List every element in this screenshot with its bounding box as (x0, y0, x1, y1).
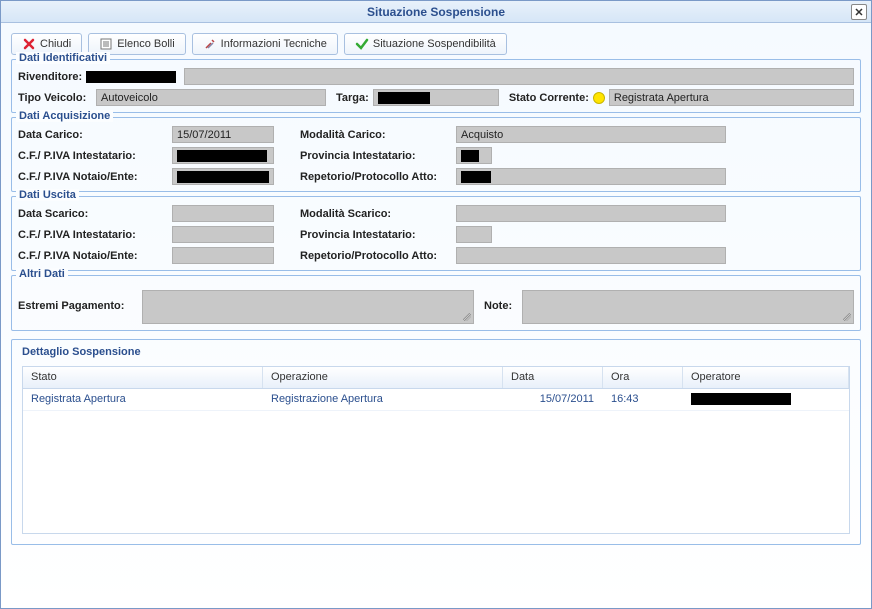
situazione-sosp-label: Situazione Sospendibilità (373, 38, 496, 50)
situazione-sosp-button[interactable]: Situazione Sospendibilità (344, 33, 507, 55)
targa-field (373, 89, 499, 106)
check-green-icon (355, 37, 369, 51)
data-carico-label: Data Carico: (18, 129, 168, 141)
data-carico-field: 15/07/2011 (172, 126, 274, 143)
col-ora[interactable]: Ora (603, 367, 683, 388)
grid-header: Stato Operazione Data Ora Operatore (23, 367, 849, 389)
detail-title: Dettaglio Sospensione (22, 346, 850, 358)
legend-identificativi: Dati Identificativi (16, 52, 110, 64)
prov-intestatario-usc-label: Provincia Intestatario: (300, 229, 452, 241)
dialog: Situazione Sospensione ✕ Chiudi Elenco B… (0, 0, 872, 609)
estremi-pagamento-label: Estremi Pagamento: (18, 290, 138, 312)
legend-altri: Altri Dati (16, 268, 68, 280)
cf-intestatario-usc-label: C.F./ P.IVA Intestatario: (18, 229, 168, 241)
cf-intestatario-usc-field (172, 226, 274, 243)
detail-grid[interactable]: Stato Operazione Data Ora Operatore Regi… (22, 366, 850, 534)
rivenditore-value (86, 71, 176, 83)
cell-operatore (683, 389, 849, 410)
tipo-veicolo-field: Autoveicolo (96, 89, 326, 106)
prov-intestatario-acq-field (456, 147, 492, 164)
col-stato[interactable]: Stato (23, 367, 263, 388)
fieldset-uscita: Dati Uscita Data Scarico: Modalità Scari… (11, 196, 861, 271)
estremi-pagamento-field[interactable] (142, 290, 474, 324)
modalita-carico-label: Modalità Carico: (300, 129, 452, 141)
close-icon[interactable]: ✕ (851, 4, 867, 20)
cf-notaio-usc-field (172, 247, 274, 264)
cf-notaio-acq-field (172, 168, 274, 185)
note-field[interactable] (522, 290, 854, 324)
fieldset-identificativi: Dati Identificativi Rivenditore: Tipo Ve… (11, 59, 861, 113)
col-data[interactable]: Data (503, 367, 603, 388)
data-scarico-label: Data Scarico: (18, 208, 168, 220)
cf-notaio-usc-label: C.F./ P.IVA Notaio/Ente: (18, 250, 168, 262)
modalita-scarico-field (456, 205, 726, 222)
repetorio-acq-field (456, 168, 726, 185)
data-scarico-field (172, 205, 274, 222)
tools-icon (203, 37, 217, 51)
cell-ora: 16:43 (603, 389, 683, 410)
cf-intestatario-acq-field (172, 147, 274, 164)
toolbar: Chiudi Elenco Bolli Informazioni Tecnich… (11, 33, 861, 55)
rivenditore-label: Rivenditore: (18, 71, 82, 83)
tipo-veicolo-label: Tipo Veicolo: (18, 92, 92, 104)
x-red-icon (22, 37, 36, 51)
content: Chiudi Elenco Bolli Informazioni Tecnich… (1, 23, 871, 608)
repetorio-usc-label: Repetorio/Protocollo Atto: (300, 250, 452, 262)
cell-operazione: Registrazione Apertura (263, 389, 503, 410)
cell-stato: Registrata Apertura (23, 389, 263, 410)
modalita-carico-field: Acquisto (456, 126, 726, 143)
info-tecniche-label: Informazioni Tecniche (221, 38, 327, 50)
detail-panel: Dettaglio Sospensione Stato Operazione D… (11, 339, 861, 545)
status-dot-icon (593, 92, 605, 104)
repetorio-usc-field (456, 247, 726, 264)
fieldset-acquisizione: Dati Acquisizione Data Carico: 15/07/201… (11, 117, 861, 192)
cf-intestatario-acq-label: C.F./ P.IVA Intestatario: (18, 150, 168, 162)
repetorio-acq-label: Repetorio/Protocollo Atto: (300, 171, 452, 183)
close-button-label: Chiudi (40, 38, 71, 50)
info-tecniche-button[interactable]: Informazioni Tecniche (192, 33, 338, 55)
note-label: Note: (484, 290, 518, 312)
col-operatore[interactable]: Operatore (683, 367, 849, 388)
legend-acquisizione: Dati Acquisizione (16, 110, 113, 122)
modalita-scarico-label: Modalità Scarico: (300, 208, 452, 220)
col-operazione[interactable]: Operazione (263, 367, 503, 388)
prov-intestatario-usc-field (456, 226, 492, 243)
fieldset-altri: Altri Dati Estremi Pagamento: Note: (11, 275, 861, 331)
prov-intestatario-acq-label: Provincia Intestatario: (300, 150, 452, 162)
window-title: Situazione Sospensione (367, 5, 505, 19)
legend-uscita: Dati Uscita (16, 189, 79, 201)
targa-label: Targa: (336, 92, 369, 104)
rivenditore-field (184, 68, 854, 85)
stato-corrente-field: Registrata Apertura (609, 89, 854, 106)
titlebar: Situazione Sospensione ✕ (1, 1, 871, 23)
elenco-bolli-label: Elenco Bolli (117, 38, 174, 50)
stato-corrente-label: Stato Corrente: (509, 92, 589, 104)
cell-data: 15/07/2011 (503, 389, 603, 410)
cf-notaio-acq-label: C.F./ P.IVA Notaio/Ente: (18, 171, 168, 183)
list-icon (99, 37, 113, 51)
table-row[interactable]: Registrata Apertura Registrazione Apertu… (23, 389, 849, 411)
